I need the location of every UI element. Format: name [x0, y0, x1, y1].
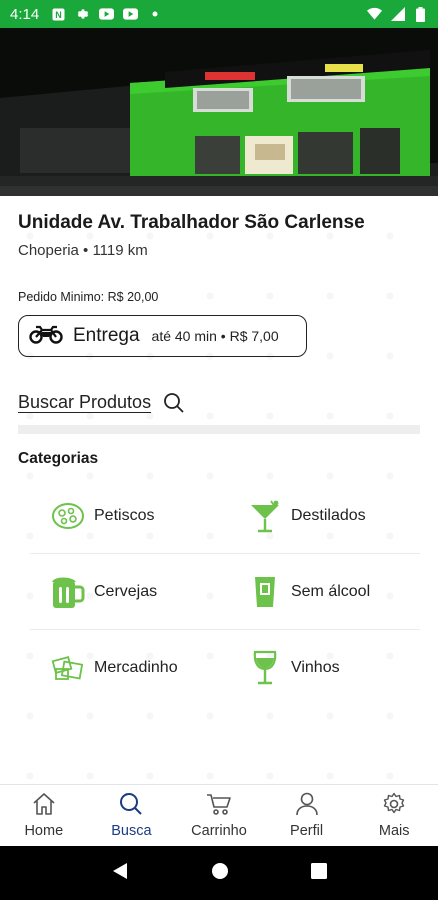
system-navigation-bar	[0, 846, 438, 900]
store-content: Unidade Av. Trabalhador São Carlense Cho…	[0, 196, 438, 784]
category-row: Petiscos Destilados	[30, 478, 420, 554]
category-petiscos[interactable]: Petiscos	[30, 478, 225, 553]
nav-perfil[interactable]: Perfil	[263, 785, 351, 846]
category-destilados[interactable]: Destilados	[225, 478, 420, 553]
delivery-label: Entrega	[73, 325, 140, 346]
category-label: Petiscos	[94, 506, 155, 524]
search-products-link[interactable]: Buscar Produtos	[18, 386, 185, 419]
delivery-option-button[interactable]: Entrega até 40 min • R$ 7,00	[18, 315, 307, 357]
category-row: Mercadinho Vinhos	[30, 630, 420, 706]
category-label: Vinhos	[290, 659, 340, 676]
youtube-icon	[99, 7, 115, 22]
category-row: Cervejas Sem álcool	[30, 554, 420, 630]
wine-glass-icon	[247, 650, 283, 686]
categories-title: Categorias	[18, 450, 99, 467]
nav-label: Mais	[378, 823, 410, 839]
store-meta: Choperia • 1119 km	[18, 242, 148, 259]
home-circle-icon[interactable]	[211, 862, 229, 885]
search-icon	[118, 792, 144, 821]
beer-mug-icon	[50, 574, 86, 610]
search-icon	[163, 392, 185, 419]
motorcycle-icon	[29, 324, 63, 349]
category-sem-alcool[interactable]: Sem álcool	[225, 554, 420, 629]
back-icon[interactable]	[111, 861, 129, 886]
store-name: Unidade Av. Trabalhador São Carlense	[18, 212, 365, 233]
store-banner-image	[0, 28, 438, 196]
person-icon	[294, 792, 320, 821]
categories-grid: Petiscos Destilados Cervejas Sem álcool …	[30, 478, 420, 706]
section-divider	[18, 425, 420, 434]
svg-text:N: N	[55, 10, 62, 20]
cart-icon	[206, 792, 232, 821]
status-notification-icons: N	[51, 7, 162, 22]
category-vinhos[interactable]: Vinhos	[225, 630, 420, 706]
category-cervejas[interactable]: Cervejas	[30, 554, 225, 629]
battery-icon	[413, 6, 428, 22]
grocery-icon	[50, 650, 86, 686]
youtube-icon	[123, 7, 139, 22]
nav-label: Carrinho	[191, 823, 247, 839]
search-products-label: Buscar Produtos	[18, 392, 152, 412]
nav-home[interactable]: Home	[0, 785, 88, 846]
notification-n-icon: N	[51, 7, 66, 22]
category-label: Sem álcool	[290, 582, 371, 600]
nav-label: Home	[24, 823, 64, 839]
delivery-info: até 40 min • R$ 7,00	[151, 328, 279, 344]
nav-busca[interactable]: Busca	[88, 785, 176, 846]
nav-label: Perfil	[290, 823, 324, 839]
category-label: Mercadinho	[94, 659, 178, 676]
signal-icon	[390, 7, 405, 22]
home-icon	[31, 792, 57, 821]
soft-drink-icon	[247, 574, 283, 610]
nav-label: Busca	[111, 823, 152, 839]
nav-mais[interactable]: Mais	[350, 785, 438, 846]
bottom-navigation: Home Busca Carrinho Perfil Mais	[0, 784, 438, 846]
snack-icon	[50, 498, 86, 534]
settings-icon	[75, 7, 90, 22]
gear-icon	[381, 792, 407, 821]
category-mercadinho[interactable]: Mercadinho	[30, 630, 225, 706]
cocktail-icon	[247, 498, 283, 534]
nav-carrinho[interactable]: Carrinho	[175, 785, 263, 846]
dot-icon	[147, 7, 162, 22]
wifi-icon	[367, 7, 382, 22]
category-label: Cervejas	[94, 582, 158, 600]
recents-icon[interactable]	[311, 862, 327, 884]
category-label: Destilados	[290, 506, 366, 524]
status-bar: 4:14 N	[0, 0, 438, 28]
status-system-icons	[367, 6, 428, 22]
minimum-order: Pedido Minimo: R$ 20,00	[18, 290, 159, 304]
status-time: 4:14	[10, 5, 40, 23]
